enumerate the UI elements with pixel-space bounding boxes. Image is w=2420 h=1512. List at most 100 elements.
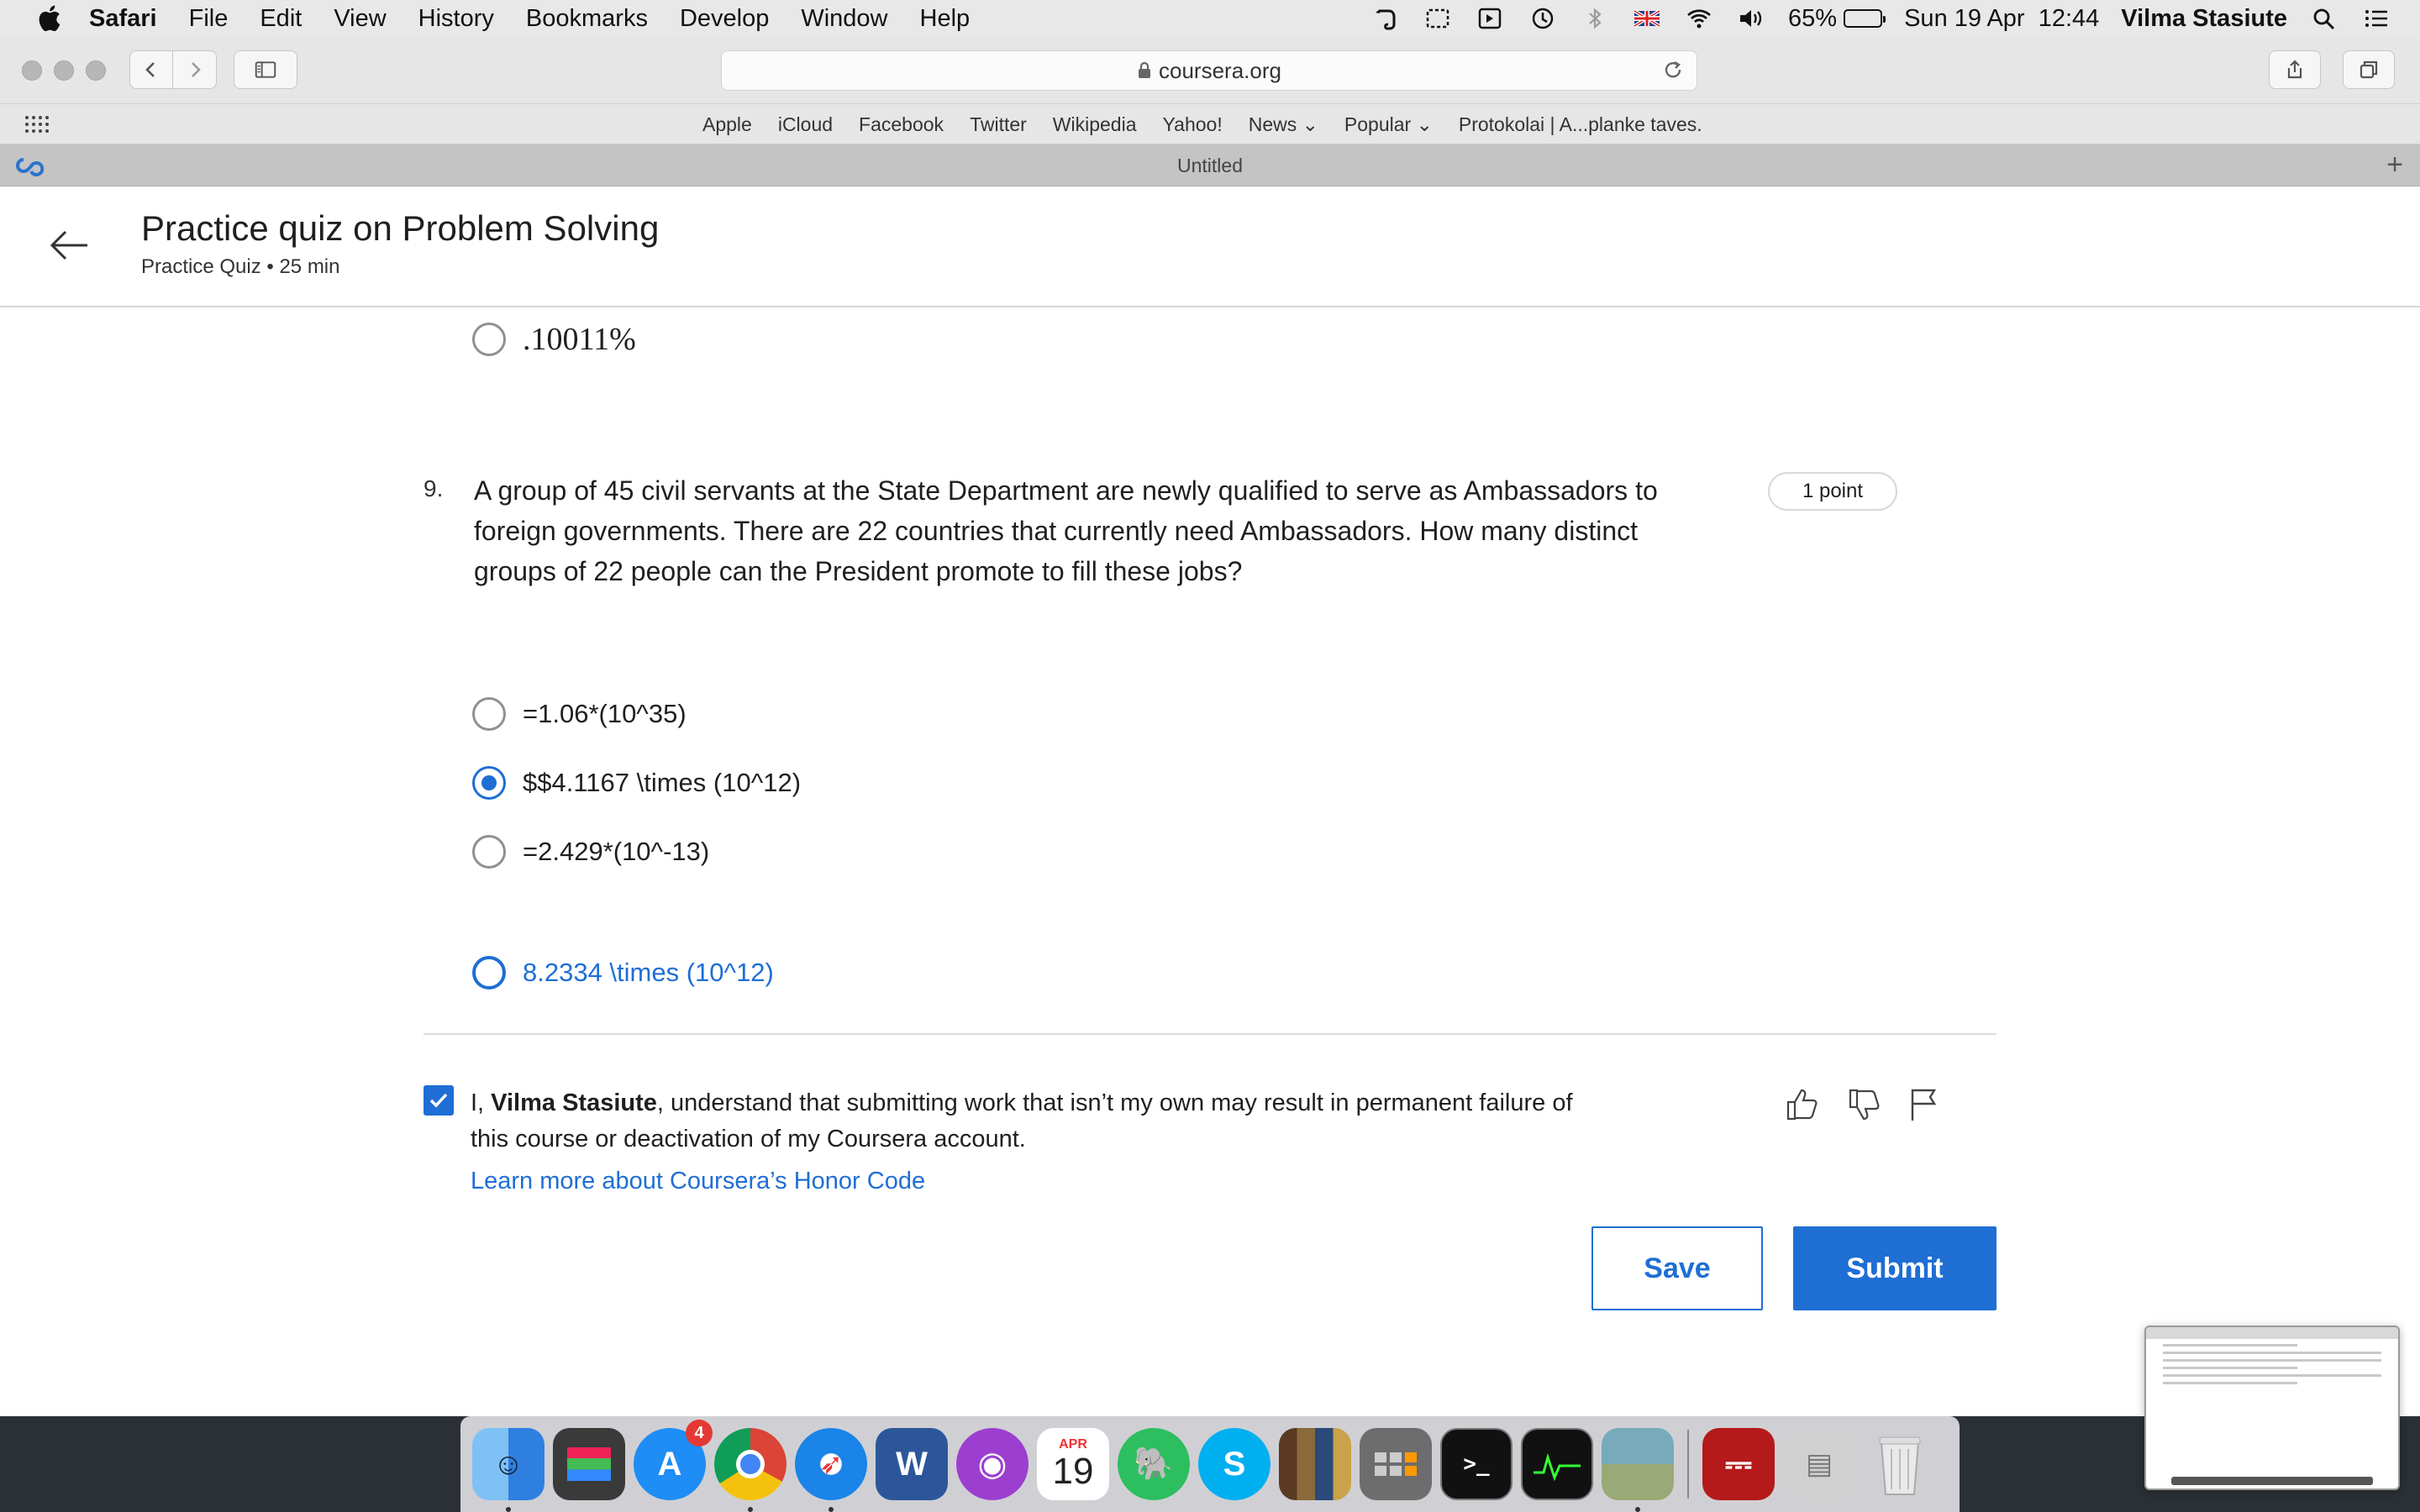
reload-icon[interactable] (1661, 60, 1685, 83)
calibre-icon[interactable] (1279, 1428, 1351, 1500)
radio-option-3[interactable] (472, 835, 506, 869)
favorite-popular-label: Popular (1344, 113, 1412, 135)
battery-status[interactable]: 65% (1788, 5, 1886, 33)
zoom-window-button[interactable] (86, 60, 106, 81)
favorite-facebook[interactable]: Facebook (859, 113, 944, 136)
back-arrow-icon[interactable] (47, 223, 91, 267)
input-source-flag-icon[interactable] (1632, 6, 1662, 31)
honor-code-link[interactable]: Learn more about Coursera’s Honor Code (471, 1168, 925, 1195)
thumbnail-toolbar (2146, 1327, 2398, 1339)
app-store-badge: 4 (686, 1420, 713, 1446)
window-controls (22, 60, 106, 81)
menu-view[interactable]: View (334, 5, 386, 33)
finder-icon[interactable]: ☺ (472, 1428, 544, 1512)
quiz-meta: Practice Quiz • 25 min (141, 255, 340, 278)
menu-help[interactable]: Help (920, 5, 971, 33)
calendar-day: 19 (1052, 1451, 1094, 1492)
favorite-apple[interactable]: Apple (702, 113, 752, 136)
favorite-twitter[interactable]: Twitter (970, 113, 1027, 136)
option-label-3[interactable]: =2.429*(10^-13) (523, 837, 709, 867)
activity-monitor-icon[interactable] (1521, 1428, 1593, 1500)
evernote-icon[interactable]: 🐘 (1118, 1428, 1190, 1500)
minimize-window-button[interactable] (54, 60, 74, 81)
thumbnail-line (2163, 1374, 2381, 1377)
podcasts-icon[interactable]: ◉ (956, 1428, 1028, 1500)
option-label-1[interactable]: =1.06*(10^35) (523, 699, 687, 729)
menu-bar: Safari File Edit View History Bookmarks … (0, 0, 2420, 37)
tab-active[interactable]: Untitled (0, 155, 2420, 177)
show-tabs-button[interactable] (2343, 50, 2395, 89)
menu-file[interactable]: File (189, 5, 229, 33)
option-label-4[interactable]: 8.2334 \times (10^12) (523, 958, 774, 988)
honor-prefix: I, (471, 1089, 492, 1116)
points-badge: 1 point (1768, 472, 1897, 511)
back-button[interactable] (129, 50, 173, 89)
menu-history[interactable]: History (418, 5, 494, 33)
option-label-prev[interactable]: .10011% (523, 321, 636, 358)
preview-icon[interactable] (1602, 1428, 1674, 1512)
favorite-yahoo[interactable]: Yahoo! (1163, 113, 1223, 136)
terminal-icon[interactable]: >_ (1440, 1428, 1512, 1500)
address-text: coursera.org (1159, 57, 1281, 83)
menu-bookmarks[interactable]: Bookmarks (526, 5, 648, 33)
lock-icon (1139, 61, 1151, 78)
favorite-wikipedia[interactable]: Wikipedia (1053, 113, 1137, 136)
time-machine-icon[interactable] (1528, 6, 1558, 31)
apple-menu-icon[interactable] (34, 3, 64, 34)
radio-option-4-hover[interactable] (472, 956, 506, 990)
user-name[interactable]: Vilma Stasiute (2121, 5, 2287, 33)
menu-edit[interactable]: Edit (260, 5, 302, 33)
thumbs-down-icon[interactable] (1845, 1085, 1884, 1124)
wifi-icon[interactable] (1684, 6, 1714, 31)
acrobat-icon[interactable]: ⎓ (1702, 1428, 1775, 1500)
spotlight-search-icon[interactable] (2309, 6, 2339, 31)
dock: ☺ A4 ➶ W ◉ APR 19 🐘 S >_ ⎓ ▤ (460, 1416, 1960, 1512)
dock-separator (1687, 1430, 1689, 1499)
screenshot-thumbnail[interactable] (2144, 1326, 2400, 1490)
flag-icon[interactable] (1904, 1085, 1943, 1124)
downloads-stack-icon[interactable]: ▤ (1783, 1428, 1855, 1500)
volume-icon[interactable] (1736, 6, 1766, 31)
skype-icon[interactable]: S (1198, 1428, 1270, 1500)
display-status-icon[interactable] (1476, 6, 1506, 31)
history-nav (129, 50, 217, 89)
notification-center-icon[interactable] (2361, 6, 2391, 31)
option-label-2[interactable]: $$4.1167 \times (10^12) (523, 768, 801, 798)
favorite-popular-folder[interactable]: Popular ⌄ (1344, 113, 1433, 136)
favorite-protokolai[interactable]: Protokolai | A...planke taves. (1459, 113, 1702, 136)
radio-prev-option[interactable] (472, 323, 506, 356)
thumbs-up-icon[interactable] (1783, 1085, 1822, 1124)
word-icon[interactable]: W (876, 1428, 948, 1500)
screenshot-status-icon[interactable] (1423, 6, 1454, 31)
save-button[interactable]: Save (1591, 1226, 1763, 1310)
favorite-icloud[interactable]: iCloud (778, 113, 833, 136)
share-button[interactable] (2269, 50, 2321, 89)
radio-option-1[interactable] (472, 697, 506, 731)
close-window-button[interactable] (22, 60, 42, 81)
sidebar-toggle-button[interactable] (234, 50, 297, 89)
chrome-icon[interactable] (714, 1428, 786, 1512)
tab-bar: Untitled + (0, 144, 2420, 186)
menu-app-name[interactable]: Safari (89, 5, 157, 33)
quiz-header: Practice quiz on Problem Solving Practic… (0, 186, 2420, 307)
calendar-icon[interactable]: APR 19 (1037, 1428, 1109, 1500)
new-tab-plus-icon[interactable]: + (2381, 150, 2408, 179)
clock[interactable]: Sun 19 Apr 12:44 (1904, 5, 2099, 33)
app-store-icon[interactable]: A4 (634, 1420, 713, 1500)
submit-button[interactable]: Submit (1793, 1226, 1996, 1310)
radio-option-2-selected[interactable] (472, 766, 506, 800)
safari-icon[interactable]: ➶ (795, 1428, 867, 1512)
thumbnail-line (2163, 1352, 2381, 1354)
forward-button[interactable] (173, 50, 217, 89)
favorite-news-folder[interactable]: News ⌄ (1249, 113, 1318, 136)
bluetooth-icon[interactable] (1580, 6, 1610, 31)
menu-develop[interactable]: Develop (680, 5, 769, 33)
calculator-icon[interactable] (1360, 1428, 1432, 1500)
evernote-status-icon[interactable] (1371, 6, 1402, 31)
show-all-bookmarks-grid-icon[interactable] (24, 114, 50, 134)
photo-booth-icon[interactable] (553, 1428, 625, 1500)
address-bar[interactable]: coursera.org (721, 50, 1697, 91)
honor-code-checkbox[interactable] (424, 1085, 454, 1116)
menu-window[interactable]: Window (801, 5, 887, 33)
trash-icon[interactable] (1864, 1428, 1936, 1500)
